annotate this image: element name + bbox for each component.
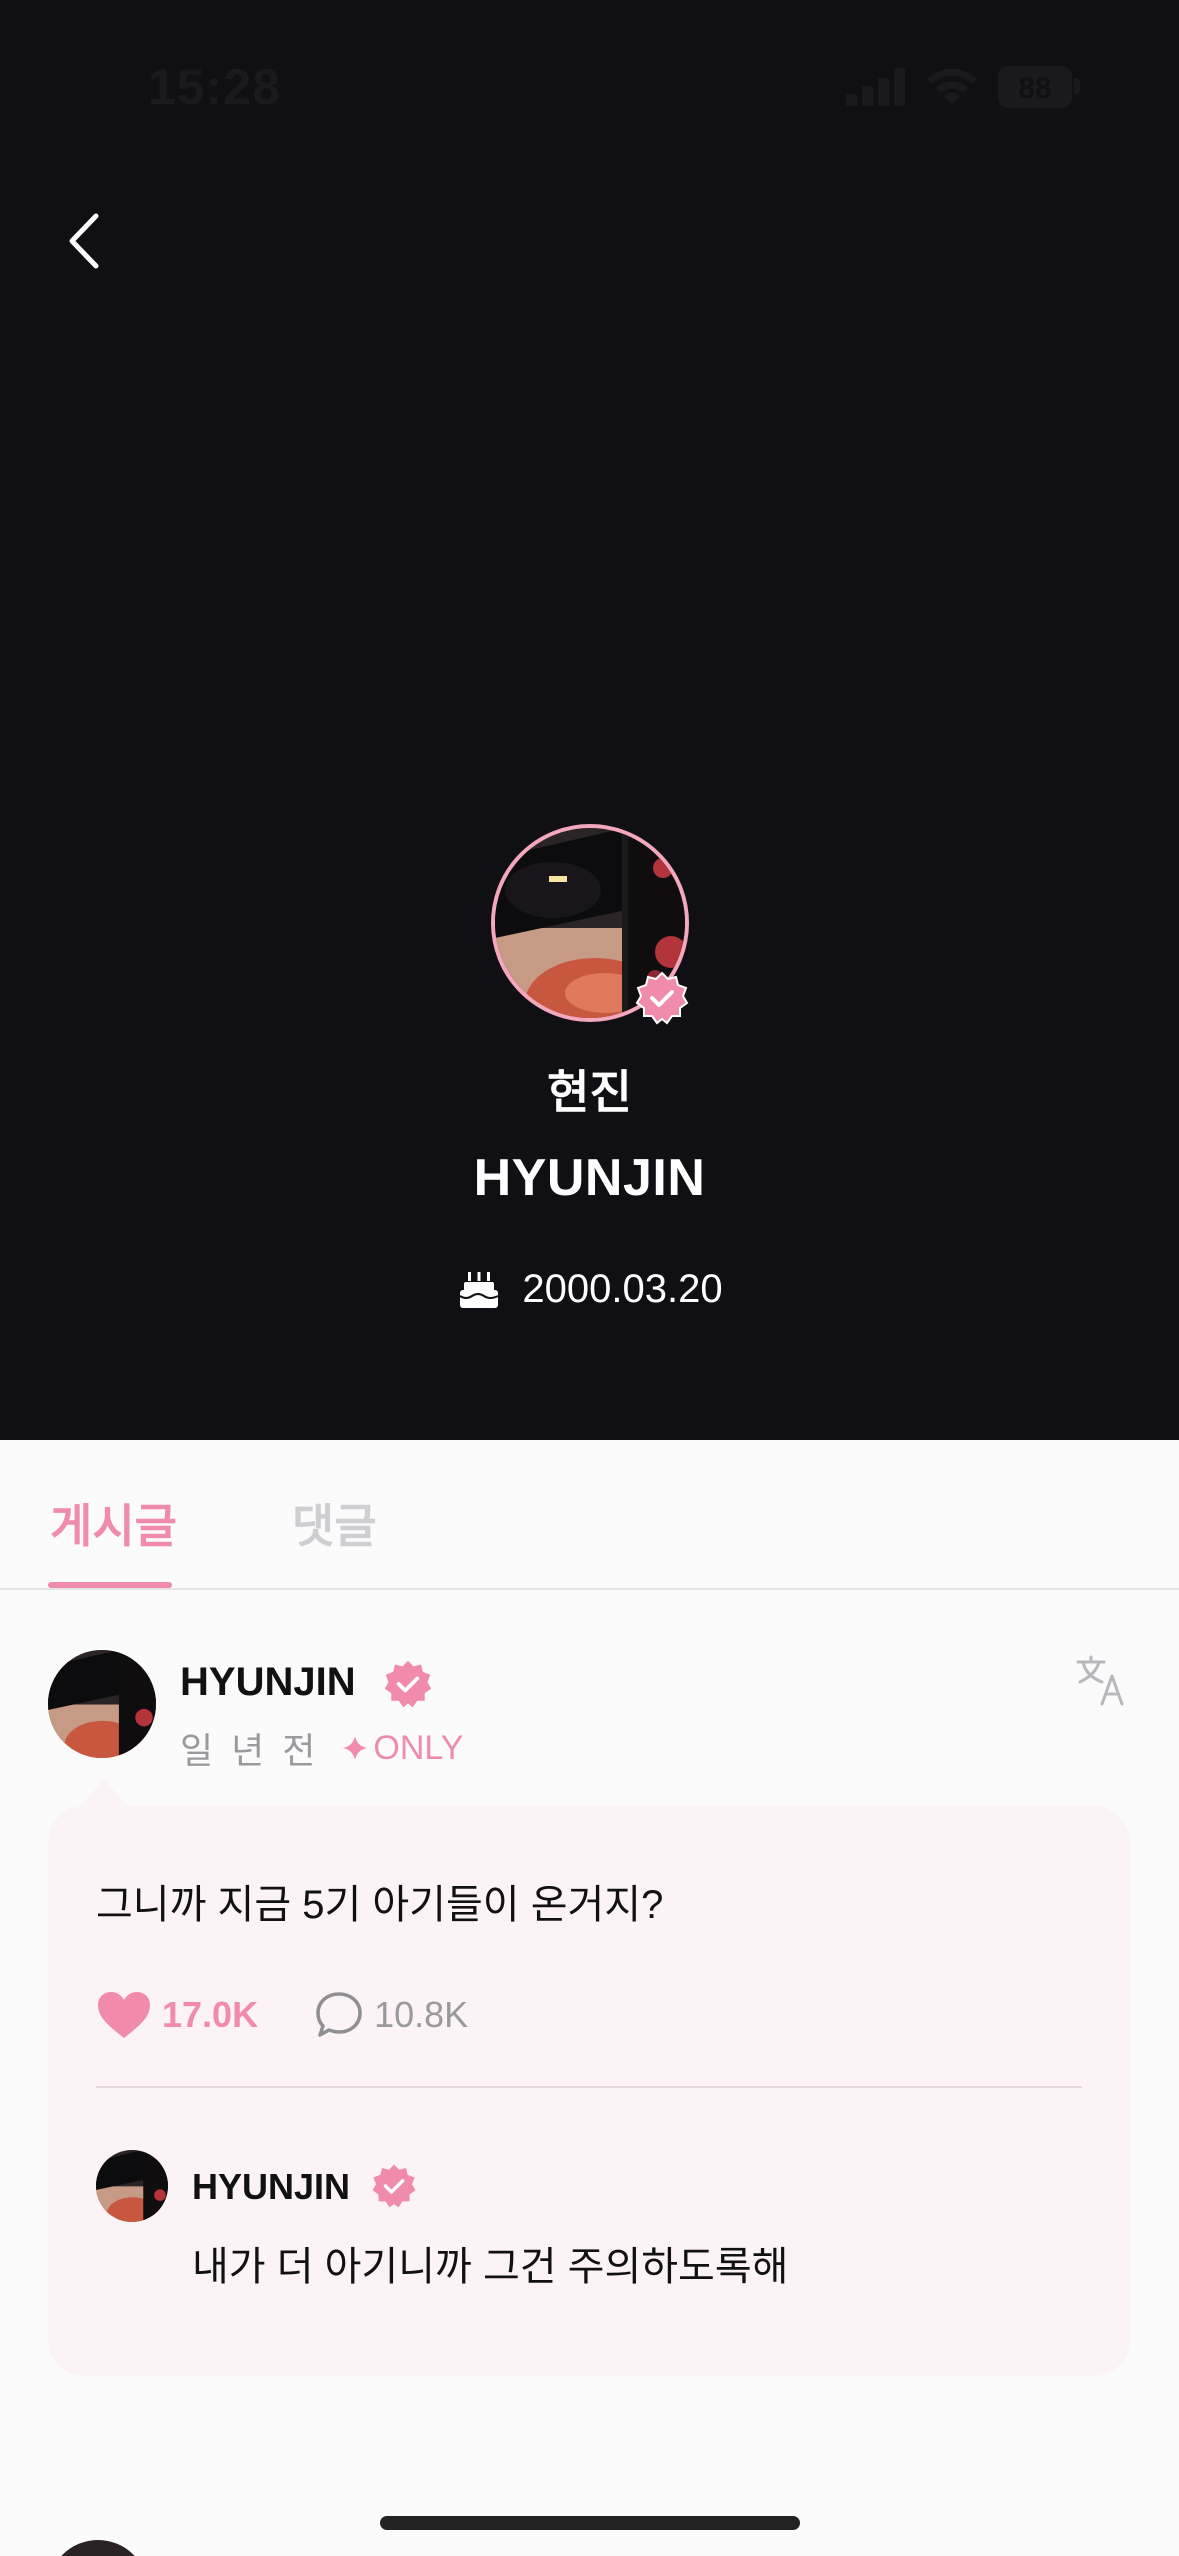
profile-header: 15:28 88 현진 HYUNJIN 2000.03.20 (0, 0, 1179, 1440)
translate-icon[interactable] (1074, 1652, 1130, 1708)
back-chevron-icon[interactable] (56, 206, 116, 276)
reply-divider (96, 2086, 1082, 2088)
heart-icon (98, 1992, 150, 2038)
post-author-avatar[interactable] (48, 1650, 156, 1758)
comment-count: 10.8K (374, 1994, 469, 2035)
only-badge: ONLY (341, 1729, 463, 1768)
home-indicator[interactable] (380, 2516, 800, 2530)
reply-author-name[interactable]: HYUNJIN (192, 2166, 350, 2208)
profile-name: HYUNJIN (473, 1149, 706, 1207)
battery-icon: 88 (998, 66, 1072, 108)
tab-bar: 게시글 댓글 (0, 1440, 1179, 1590)
battery-level: 88 (1018, 72, 1052, 105)
tab-comments[interactable]: 댓글 (292, 1490, 377, 1556)
reply-author-avatar[interactable] (96, 2150, 168, 2222)
birthday-row: 2000.03.20 (0, 1266, 1179, 1312)
sparkle-icon (343, 1736, 368, 1760)
post-meta: 일 년 전 ONLY (180, 1722, 463, 1774)
cake-icon (459, 1272, 499, 1308)
post-author-name[interactable]: HYUNJIN (180, 1660, 356, 1705)
post-time: 일 년 전 (180, 1730, 320, 1771)
verified-icon (635, 971, 689, 1025)
status-bar: 15:28 88 (0, 0, 1179, 170)
post-actions: 17.0K 10.8K (96, 1990, 468, 2040)
comment-button[interactable]: 10.8K (314, 1990, 468, 2040)
like-count: 17.0K (162, 1994, 259, 2035)
tab-posts[interactable]: 게시글 (50, 1490, 177, 1556)
signal-icon (846, 68, 906, 106)
status-time: 15:28 (148, 59, 281, 115)
verified-icon (372, 2164, 416, 2208)
battery-tip (1074, 78, 1080, 94)
bubble-tail (80, 1778, 128, 1808)
avatar-photo (96, 2150, 168, 2222)
birthday-date: 2000.03.20 (522, 1266, 723, 1311)
like-button[interactable]: 17.0K (96, 1990, 258, 2040)
active-tab-indicator (48, 1582, 172, 1588)
wifi-icon (927, 68, 977, 104)
profile-korean-name: 현진 (547, 1066, 632, 1118)
reply-text: 내가 더 아기니까 그건 주의하도록해 (192, 2245, 789, 2289)
comment-icon (316, 1992, 362, 2037)
avatar-photo (48, 1650, 156, 1758)
post-text: 그니까 지금 5기 아기들이 온거지? (96, 1883, 664, 1927)
only-badge-label: ONLY (373, 1728, 464, 1767)
next-post-avatar[interactable] (48, 2540, 148, 2556)
verified-icon (384, 1660, 432, 1708)
